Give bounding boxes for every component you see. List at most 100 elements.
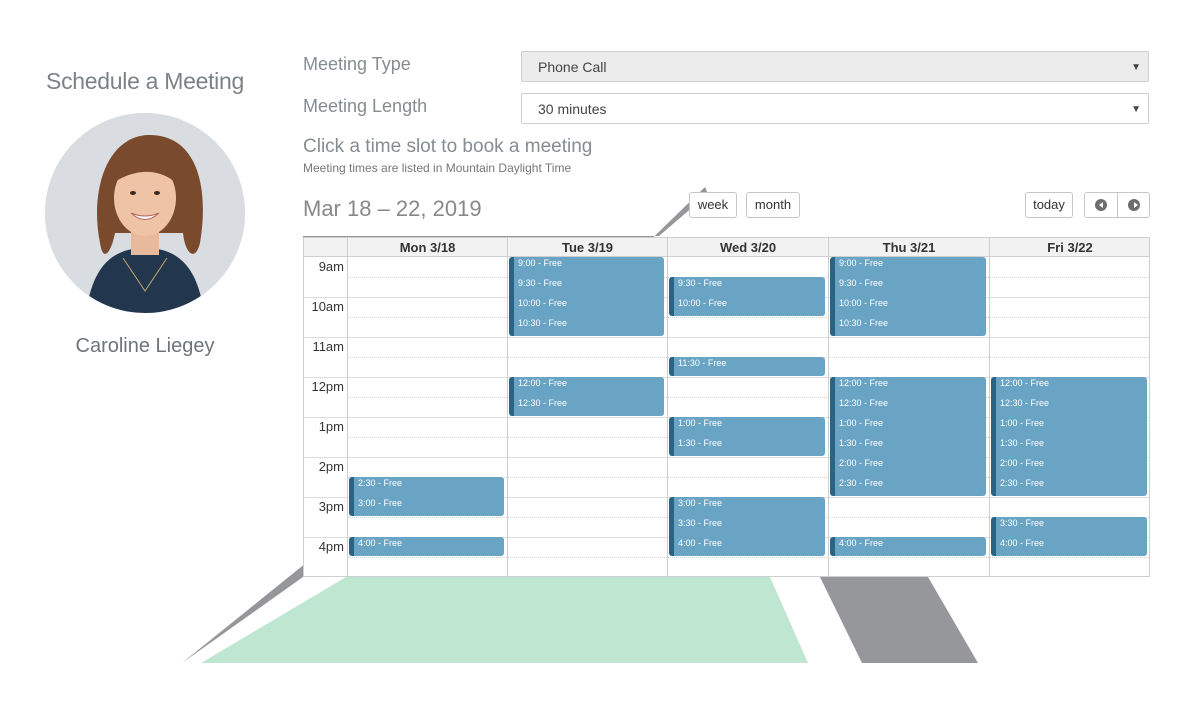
day-header: Fri 3/22 [989, 238, 1150, 258]
free-time-block[interactable]: 9:00 - Free 9:30 - Free 10:00 - Free 10:30 … [830, 257, 986, 336]
free-time-slot[interactable]: 2:00 - Free [839, 458, 883, 478]
free-time-slot[interactable]: 10:00 - Free [678, 298, 727, 318]
day-column-line [347, 257, 348, 577]
time-label: 3pm [318, 499, 344, 514]
week-calendar: Mon 3/18 Tue 3/19 Wed 3/20 Thu 3/21 Fri 3/22… [303, 237, 1150, 577]
time-label: 1pm [318, 419, 344, 434]
calendar-toolbar: Mar 18 – 22, 2019 week month today [303, 190, 1151, 226]
free-time-slot[interactable]: 4:00 - Free [839, 538, 883, 558]
day-column-line [507, 257, 508, 577]
free-time-slot[interactable]: 4:00 - Free [678, 538, 722, 558]
time-label: 11am [312, 339, 344, 354]
host-panel: Schedule a Meeting Caroline Liegey [40, 60, 250, 358]
time-label: 2pm [318, 459, 344, 474]
free-time-block[interactable]: 12:00 - Free 12:30 - Free 1:00 - Free 1:30 … [830, 377, 986, 496]
day-column-line [989, 257, 990, 577]
free-time-slot[interactable]: 3:00 - Free [678, 498, 722, 518]
week-view-button[interactable]: week [689, 192, 737, 218]
free-time-slot[interactable]: 2:00 - Free [1000, 458, 1044, 478]
free-time-slot[interactable]: 4:00 - Free [1000, 538, 1044, 558]
free-time-slot[interactable]: 1:00 - Free [1000, 418, 1044, 438]
free-time-slot[interactable]: 10:00 - Free [518, 298, 567, 318]
instruction-title: Click a time slot to book a meeting [303, 136, 593, 157]
free-time-slot[interactable]: 3:30 - Free [678, 518, 722, 538]
free-time-block[interactable]: 1:00 - Free 1:30 - Free [669, 417, 825, 456]
free-time-block[interactable]: 4:00 - Free [349, 537, 504, 556]
free-time-slot[interactable]: 12:00 - Free [1000, 378, 1049, 398]
today-button[interactable]: today [1025, 192, 1073, 218]
dropdown-arrow-icon: ▼ [1131, 62, 1141, 73]
free-time-slot[interactable]: 1:00 - Free [678, 418, 722, 438]
day-header: Wed 3/20 [667, 238, 828, 258]
half-hour-line [348, 317, 1149, 318]
day-header: Tue 3/19 [507, 238, 667, 258]
meeting-type-select[interactable]: Phone Call ▼ [521, 51, 1149, 82]
free-time-slot[interactable]: 9:30 - Free [678, 278, 722, 298]
free-time-slot[interactable]: 1:00 - Free [839, 418, 883, 438]
free-time-block[interactable]: 12:00 - Free 12:30 - Free [509, 377, 664, 416]
time-label: 9am [318, 259, 344, 274]
date-range-title: Mar 18 – 22, 2019 [303, 196, 482, 221]
free-time-slot[interactable]: 4:00 - Free [358, 538, 402, 558]
meeting-length-label: Meeting Length [303, 96, 428, 116]
day-header: Mon 3/18 [347, 238, 507, 258]
time-label: 12pm [311, 379, 344, 394]
meeting-length-row: Meeting Length 30 minutes ▼ [303, 92, 1151, 134]
free-time-slot[interactable]: 10:30 - Free [839, 318, 888, 338]
page-title: Schedule a Meeting [46, 68, 244, 94]
free-time-slot[interactable]: 12:30 - Free [839, 398, 888, 418]
free-time-slot[interactable]: 12:30 - Free [1000, 398, 1049, 418]
free-time-slot[interactable]: 2:30 - Free [358, 478, 402, 498]
meeting-type-value: Phone Call [538, 59, 607, 75]
free-time-slot[interactable]: 3:30 - Free [1000, 518, 1044, 538]
time-label: 4pm [318, 539, 344, 554]
free-time-block[interactable]: 11:30 - Free [669, 357, 825, 376]
time-label: 10am [311, 299, 344, 314]
free-time-block[interactable]: 3:00 - Free 3:30 - Free 4:00 - Free [669, 497, 825, 556]
meeting-type-label: Meeting Type [303, 54, 411, 74]
free-time-slot[interactable]: 11:30 - Free [678, 358, 726, 378]
free-time-slot[interactable]: 9:30 - Free [839, 278, 883, 298]
avatar [45, 113, 245, 313]
free-time-slot[interactable]: 1:30 - Free [678, 438, 722, 458]
free-time-slot[interactable]: 12:30 - Free [518, 398, 567, 418]
free-time-slot[interactable]: 12:00 - Free [839, 378, 888, 398]
free-time-slot[interactable]: 1:30 - Free [1000, 438, 1044, 458]
free-time-slot[interactable]: 1:30 - Free [839, 438, 883, 458]
week-navigation [1084, 192, 1150, 218]
next-week-button[interactable] [1118, 193, 1150, 217]
free-time-slot[interactable]: 10:30 - Free [518, 318, 567, 338]
hour-line [304, 337, 1149, 338]
host-name: Caroline Liegey [75, 335, 215, 357]
background-green-shape [201, 577, 808, 663]
free-time-block[interactable]: 3:30 - Free 4:00 - Free [991, 517, 1147, 556]
free-time-slot[interactable]: 3:00 - Free [358, 498, 402, 518]
meeting-type-row: Meeting Type Phone Call ▼ [303, 50, 1151, 92]
free-time-slot[interactable]: 9:00 - Free [518, 258, 562, 278]
free-time-block[interactable]: 12:00 - Free 12:30 - Free 1:00 - Free 1:30 … [991, 377, 1147, 496]
meeting-length-select[interactable]: 30 minutes ▼ [521, 93, 1149, 124]
previous-week-button[interactable] [1085, 193, 1117, 217]
timezone-note: Meeting times are listed in Mountain Day… [303, 161, 572, 175]
calendar-header: Mon 3/18 Tue 3/19 Wed 3/20 Thu 3/21 Fri 3/22 [303, 237, 1150, 258]
free-time-block[interactable]: 4:00 - Free [830, 537, 986, 556]
free-time-slot[interactable]: 9:00 - Free [839, 258, 883, 278]
free-time-slot[interactable]: 9:30 - Free [518, 278, 562, 298]
day-column-line [667, 257, 668, 577]
calendar-grid: 9am 10am 11am 12pm 1pm 2pm 3pm 4pm 2:30 - Free 3:… [303, 257, 1150, 577]
free-time-slot[interactable]: 2:30 - Free [839, 478, 883, 498]
background-gray-shape-right [820, 577, 978, 663]
free-time-slot[interactable]: 2:30 - Free [1000, 478, 1044, 498]
meeting-length-value: 30 minutes [538, 101, 607, 117]
month-view-button[interactable]: month [746, 192, 800, 218]
free-time-block[interactable]: 2:30 - Free 3:00 - Free [349, 477, 504, 516]
day-column-line [828, 257, 829, 577]
free-time-block[interactable]: 9:00 - Free 9:30 - Free 10:00 - Free 10:30 … [509, 257, 664, 336]
free-time-block[interactable]: 9:30 - Free 10:00 - Free [669, 277, 825, 316]
meeting-form: Meeting Type Phone Call ▼ Meeting Length… [303, 50, 1151, 175]
host-photo [45, 113, 245, 313]
free-time-slot[interactable]: 12:00 - Free [518, 378, 567, 398]
free-time-slot[interactable]: 10:00 - Free [839, 298, 888, 318]
day-header: Thu 3/21 [828, 238, 989, 258]
dropdown-arrow-icon: ▼ [1131, 104, 1141, 115]
